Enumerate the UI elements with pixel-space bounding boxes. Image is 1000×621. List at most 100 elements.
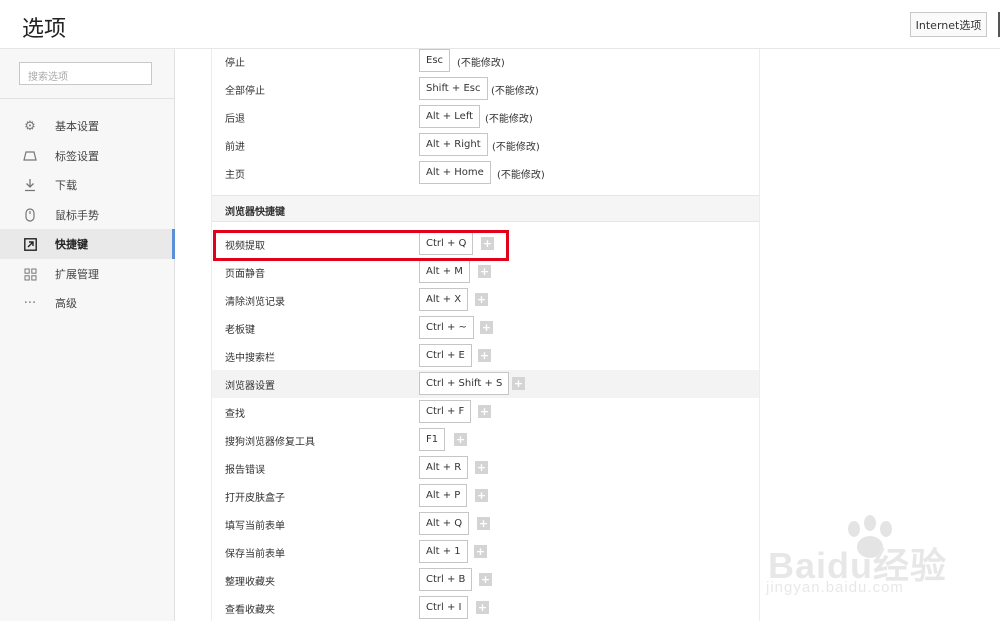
table-row: 保存当前表单 Alt + 1 + — [212, 538, 759, 566]
sidebar-item-label: 下载 — [55, 179, 77, 192]
shortcut-name: 查找 — [225, 409, 245, 420]
sidebar-item-label: 扩展管理 — [55, 268, 99, 281]
page-title: 选项 — [22, 17, 67, 42]
shortcut-key-field[interactable]: Alt + M — [419, 260, 470, 283]
shortcut-key-field[interactable]: Ctrl + B — [419, 568, 473, 591]
sidebar-item-extensions[interactable]: 扩展管理 — [0, 259, 175, 289]
sidebar-item-label: 鼠标手势 — [55, 209, 99, 222]
sidebar-item-tab-settings[interactable]: 标签设置 — [0, 141, 175, 171]
shortcut-key-field[interactable]: Alt + X — [419, 288, 469, 311]
add-shortcut-button[interactable]: + — [476, 601, 489, 614]
shortcut-name: 后退 — [225, 114, 245, 125]
shortcut-key-field[interactable]: Ctrl + I — [419, 596, 469, 619]
shortcut-name: 报告错误 — [225, 465, 265, 476]
highlight-annotation-box — [213, 230, 509, 261]
table-row: 填写当前表单 Alt + Q + — [212, 510, 759, 538]
options-header: 选项 Internet选项 — [0, 0, 1000, 49]
table-row: 整理收藏夹 Ctrl + B + — [212, 566, 759, 594]
sidebar-item-label: 标签设置 — [55, 150, 99, 163]
add-shortcut-button[interactable]: + — [479, 573, 492, 586]
table-row: 查找 Ctrl + F + — [212, 398, 759, 426]
table-row: 页面静音 Alt + M + — [212, 258, 759, 286]
add-shortcut-button[interactable]: + — [478, 349, 491, 362]
list-item: 后退 Alt + Left (不能修改) — [212, 103, 759, 131]
shortcut-name: 查看收藏夹 — [225, 605, 275, 616]
table-row: 打开皮肤盒子 Alt + P + — [212, 482, 759, 510]
sidebar-item-mouse-gestures[interactable]: 鼠标手势 — [0, 200, 175, 230]
shortcut-key-field[interactable]: Ctrl + E — [419, 344, 472, 367]
shortcut-name: 主页 — [225, 170, 245, 181]
list-item: 全部停止 Shift + Esc (不能修改) — [212, 75, 759, 103]
mouse-icon — [22, 207, 38, 223]
list-item: 停止 Esc (不能修改) — [212, 47, 759, 75]
sidebar-item-label: 基本设置 — [55, 120, 99, 133]
readonly-note: (不能修改) — [457, 58, 505, 69]
readonly-note: (不能修改) — [485, 114, 533, 125]
table-row: 报告错误 Alt + R + — [212, 454, 759, 482]
watermark-url: jingyan.baidu.com — [766, 579, 904, 596]
shortcut-key-field[interactable]: Alt + Q — [419, 512, 470, 535]
add-shortcut-button[interactable]: + — [512, 377, 525, 390]
sidebar-item-shortcuts[interactable]: 快捷键 — [0, 229, 175, 259]
tab-icon — [22, 148, 38, 164]
table-row: 搜狗浏览器修复工具 F1 + — [212, 426, 759, 454]
shortcut-name: 浏览器设置 — [225, 381, 275, 392]
shortcut-name: 清除浏览记录 — [225, 297, 285, 308]
baidu-jingyan-watermark: Baidu经验 jingyan.baidu.com — [760, 515, 990, 605]
sidebar-item-download[interactable]: 下载 — [0, 170, 175, 200]
internet-options-button[interactable]: Internet选项 — [910, 12, 987, 37]
gear-icon: ⚙ — [24, 118, 36, 134]
shortcut-name: 搜狗浏览器修复工具 — [225, 437, 315, 448]
shortcut-key: Alt + Right — [419, 133, 488, 156]
shortcut-key-field[interactable]: F1 — [419, 428, 446, 451]
section-title: 浏览器快捷键 — [225, 207, 285, 218]
shortcut-name: 整理收藏夹 — [225, 577, 275, 588]
shortcut-key-field[interactable]: Alt + 1 — [419, 540, 468, 563]
shortcut-name: 打开皮肤盒子 — [225, 493, 285, 504]
table-row: 查看收藏夹 Ctrl + I + — [212, 594, 759, 621]
extensions-icon — [22, 266, 38, 282]
search-input[interactable]: 搜索选项 — [19, 62, 152, 85]
download-icon — [22, 177, 38, 193]
readonly-note: (不能修改) — [492, 142, 540, 153]
sidebar-item-advanced[interactable]: ··· 高级 — [0, 288, 175, 318]
table-row: 清除浏览记录 Alt + X + — [212, 286, 759, 314]
more-icon: ··· — [23, 295, 37, 311]
table-row: 老板键 Ctrl + ~ + — [212, 314, 759, 342]
shortcut-key-field[interactable]: Ctrl + F — [419, 400, 472, 423]
readonly-note: (不能修改) — [497, 170, 545, 181]
readonly-note: (不能修改) — [491, 86, 539, 97]
shortcut-key: Alt + Home — [419, 161, 491, 184]
shortcut-key: Esc — [419, 49, 451, 72]
sidebar-item-basic-settings[interactable]: ⚙ 基本设置 — [0, 111, 175, 141]
add-shortcut-button[interactable]: + — [454, 433, 467, 446]
add-shortcut-button[interactable]: + — [478, 405, 491, 418]
shortcut-key: Alt + Left — [419, 105, 481, 128]
shortcut-name: 选中搜索栏 — [225, 353, 275, 364]
shortcut-key-field[interactable]: Alt + P — [419, 484, 468, 507]
shortcut-name: 填写当前表单 — [225, 521, 285, 532]
shortcut-key-field[interactable]: Ctrl + Shift + S — [419, 372, 510, 395]
add-shortcut-button[interactable]: + — [480, 321, 493, 334]
add-shortcut-button[interactable]: + — [477, 517, 490, 530]
shortcut-key-field[interactable]: Alt + R — [419, 456, 469, 479]
add-shortcut-button[interactable]: + — [474, 545, 487, 558]
shortcut-icon — [22, 236, 38, 252]
add-shortcut-button[interactable]: + — [475, 293, 488, 306]
table-row: 选中搜索栏 Ctrl + E + — [212, 342, 759, 370]
add-shortcut-button[interactable]: + — [478, 265, 491, 278]
list-item: 主页 Alt + Home (不能修改) — [212, 159, 759, 187]
shortcut-name: 页面静音 — [225, 269, 265, 280]
shortcut-name: 老板键 — [225, 325, 255, 336]
shortcut-key-field[interactable]: Ctrl + ~ — [419, 316, 474, 339]
add-shortcut-button[interactable]: + — [475, 489, 488, 502]
shortcuts-panel: 停止 Esc (不能修改) 全部停止 Shift + Esc (不能修改) 后退… — [211, 49, 760, 621]
shortcut-key: Shift + Esc — [419, 77, 488, 100]
sidebar-divider — [0, 98, 175, 99]
add-shortcut-button[interactable]: + — [475, 461, 488, 474]
table-row: 浏览器设置 Ctrl + Shift + S + — [212, 370, 759, 398]
shortcut-name: 保存当前表单 — [225, 549, 285, 560]
sidebar-item-label: 快捷键 — [55, 238, 88, 251]
shortcut-name: 前进 — [225, 142, 245, 153]
section-header: 浏览器快捷键 — [212, 195, 759, 222]
